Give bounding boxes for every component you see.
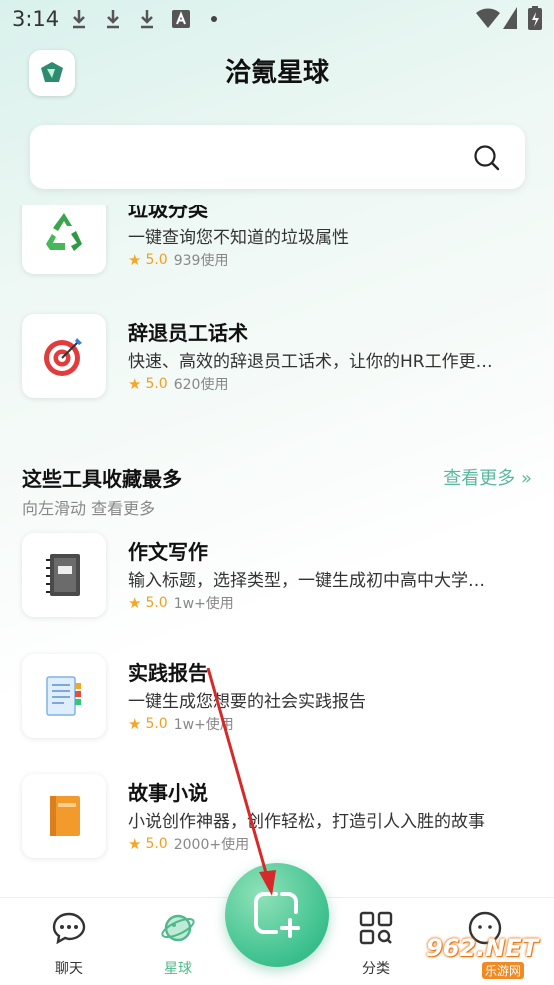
add-square-icon <box>254 892 300 938</box>
tool-name: 作文写作 <box>128 540 208 564</box>
section-subtitle: 向左滑动 查看更多 <box>22 499 156 518</box>
tool-description: 输入标题，选择类型，一键生成初中高中大学… <box>128 571 485 591</box>
search-icon[interactable] <box>473 144 501 172</box>
star-icon: ★ <box>128 594 142 612</box>
nav-planet[interactable]: 星球 <box>133 898 223 985</box>
font-app-icon <box>172 10 190 28</box>
tool-rating: 5.0 <box>145 252 168 268</box>
list-item[interactable]: 故事小说 小说创作神器，创作轻松，打造引人入胜的故事 ★ 5.0 2000+使用 <box>0 774 554 864</box>
tool-rating: 5.0 <box>145 836 168 852</box>
star-icon: ★ <box>128 835 142 853</box>
tool-thumbnail <box>22 533 106 617</box>
tool-meta: ★ 5.0 939使用 <box>128 250 228 270</box>
chat-icon <box>52 912 86 945</box>
wifi-icon <box>476 8 500 28</box>
nav-category-label: 分类 <box>362 961 390 977</box>
star-icon: ★ <box>128 251 142 269</box>
see-more-link[interactable]: 查看更多 » <box>443 464 532 490</box>
tool-thumbnail <box>22 774 106 858</box>
star-icon: ★ <box>128 715 142 733</box>
tool-usage-count: 939使用 <box>173 253 229 269</box>
nav-category[interactable]: 分类 <box>331 898 421 985</box>
notebook-icon <box>46 554 80 596</box>
tool-thumbnail <box>22 654 106 738</box>
tool-name: 垃圾分类 <box>128 205 208 221</box>
tool-name: 实践报告 <box>128 661 208 685</box>
recycle-icon <box>46 213 82 251</box>
signal-icon <box>503 7 517 29</box>
status-time: 3:14 <box>12 7 60 31</box>
nav-planet-label: 星球 <box>164 961 192 977</box>
watermark: 962.NET 乐游网 <box>420 930 550 979</box>
tool-thumbnail <box>22 205 106 274</box>
search-bar[interactable] <box>30 125 525 189</box>
tool-description: 一键查询您不知道的垃圾属性 <box>128 228 349 248</box>
tool-meta: ★ 5.0 620使用 <box>128 374 228 394</box>
document-icon <box>46 676 81 716</box>
download-icon <box>107 10 119 29</box>
watermark-brand: 962.NET <box>426 934 539 962</box>
tool-meta: ★ 5.0 1w+使用 <box>128 714 234 734</box>
tool-name: 故事小说 <box>128 781 208 805</box>
create-button[interactable] <box>225 863 329 967</box>
tool-description: 快速、高效的辞退员工话术，让你的HR工作更… <box>128 352 493 372</box>
status-bar: 3:14 <box>0 0 554 40</box>
tool-usage-count: 1w+使用 <box>173 717 234 733</box>
tool-usage-count: 2000+使用 <box>173 837 250 853</box>
tool-usage-count: 1w+使用 <box>173 596 234 612</box>
tool-description: 小说创作神器，创作轻松，打造引人入胜的故事 <box>128 812 485 832</box>
list-item[interactable]: 实践报告 一键生成您想要的社会实践报告 ★ 5.0 1w+使用 <box>0 654 554 744</box>
section-title: 这些工具收藏最多 <box>22 467 182 491</box>
notification-dot <box>211 16 217 22</box>
target-icon <box>44 338 82 376</box>
tool-description: 一键生成您想要的社会实践报告 <box>128 692 366 712</box>
nav-chat-label: 聊天 <box>55 961 83 977</box>
category-icon <box>359 911 393 945</box>
tool-meta: ★ 5.0 2000+使用 <box>128 834 249 854</box>
planet-icon <box>161 914 195 942</box>
tool-rating: 5.0 <box>145 595 168 611</box>
tool-rating: 5.0 <box>145 716 168 732</box>
tool-list[interactable]: 垃圾分类 一键查询您不知道的垃圾属性 ★ 5.0 939使用 辞退员工话术 快速… <box>0 205 554 897</box>
watermark-sub: 乐游网 <box>482 962 525 979</box>
star-icon: ★ <box>128 375 142 393</box>
tool-name: 辞退员工话术 <box>128 321 248 345</box>
tool-rating: 5.0 <box>145 376 168 392</box>
tool-usage-count: 620使用 <box>173 377 229 393</box>
tool-meta: ★ 5.0 1w+使用 <box>128 593 234 613</box>
list-item[interactable]: 垃圾分类 一键查询您不知道的垃圾属性 ★ 5.0 939使用 <box>0 205 554 280</box>
tool-thumbnail <box>22 314 106 398</box>
download-icon <box>73 10 85 29</box>
nav-chat[interactable]: 聊天 <box>24 898 114 985</box>
search-input[interactable] <box>46 141 470 173</box>
page-title: 洽氪星球 <box>224 58 329 88</box>
list-item[interactable]: 作文写作 输入标题，选择类型，一键生成初中高中大学… ★ 5.0 1w+使用 <box>0 533 554 623</box>
list-item[interactable]: 辞退员工话术 快速、高效的辞退员工话术，让你的HR工作更… ★ 5.0 620使… <box>0 314 554 404</box>
book-icon <box>50 796 80 836</box>
download-icon <box>141 10 153 29</box>
battery-charging-icon <box>528 6 542 30</box>
